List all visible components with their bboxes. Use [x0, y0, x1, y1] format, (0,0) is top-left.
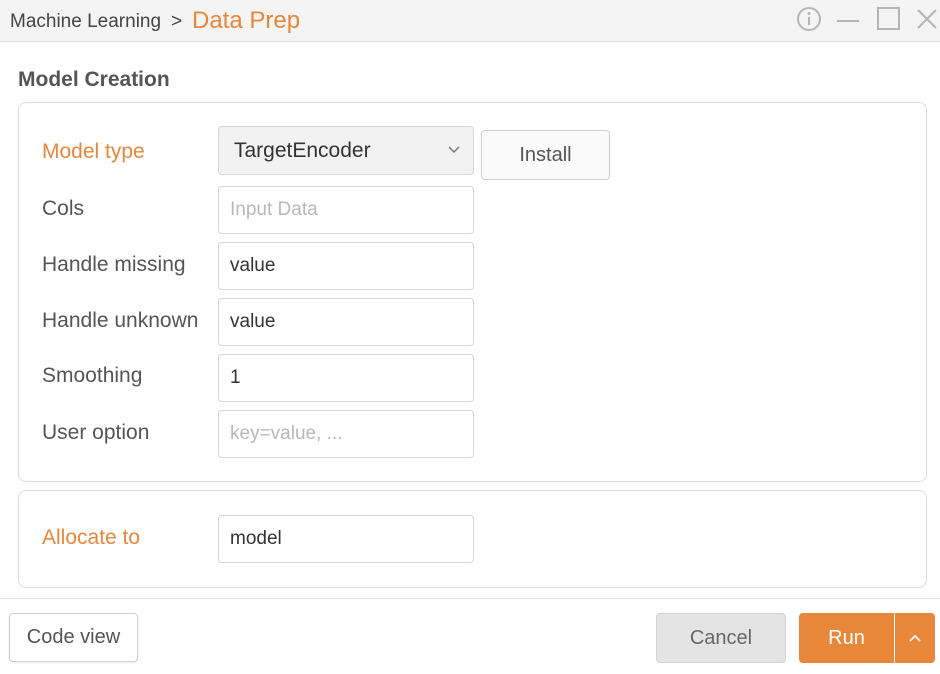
handle-missing-input[interactable] [218, 242, 474, 290]
breadcrumb-parent[interactable]: Machine Learning [10, 11, 161, 33]
cancel-button[interactable]: Cancel [656, 613, 786, 663]
allocate-to-input[interactable] [218, 515, 474, 563]
breadcrumb-separator: > [171, 11, 183, 32]
model-type-value: TargetEncoder [234, 139, 371, 162]
section-title: Model Creation [18, 68, 170, 91]
maximize-icon[interactable] [875, 5, 903, 33]
model-type-label: Model type [42, 140, 145, 163]
cols-label: Cols [42, 197, 85, 220]
handle-missing-label: Handle missing [42, 253, 186, 276]
chevron-up-icon [909, 634, 921, 642]
smoothing-label: Smoothing [42, 364, 143, 387]
breadcrumb-current: Data Prep [192, 7, 301, 34]
info-icon[interactable] [795, 5, 823, 33]
install-button[interactable]: Install [481, 130, 610, 180]
cols-input[interactable] [218, 186, 474, 234]
code-view-button[interactable]: Code view [9, 613, 138, 662]
handle-unknown-input[interactable] [218, 298, 474, 346]
allocate-to-label: Allocate to [42, 526, 141, 549]
chevron-down-icon [447, 143, 461, 157]
smoothing-input[interactable] [218, 354, 474, 402]
title-bar: Machine Learning > Data Prep [0, 0, 940, 42]
minimize-icon[interactable] [834, 5, 862, 33]
user-option-label: User option [42, 421, 150, 444]
run-button[interactable]: Run [799, 613, 894, 663]
run-options-button[interactable] [895, 613, 935, 663]
user-option-input[interactable] [218, 410, 474, 458]
model-type-select[interactable]: TargetEncoder [218, 126, 474, 175]
handle-unknown-label: Handle unknown [42, 309, 199, 332]
close-icon[interactable] [913, 5, 940, 33]
footer-divider [0, 598, 940, 599]
